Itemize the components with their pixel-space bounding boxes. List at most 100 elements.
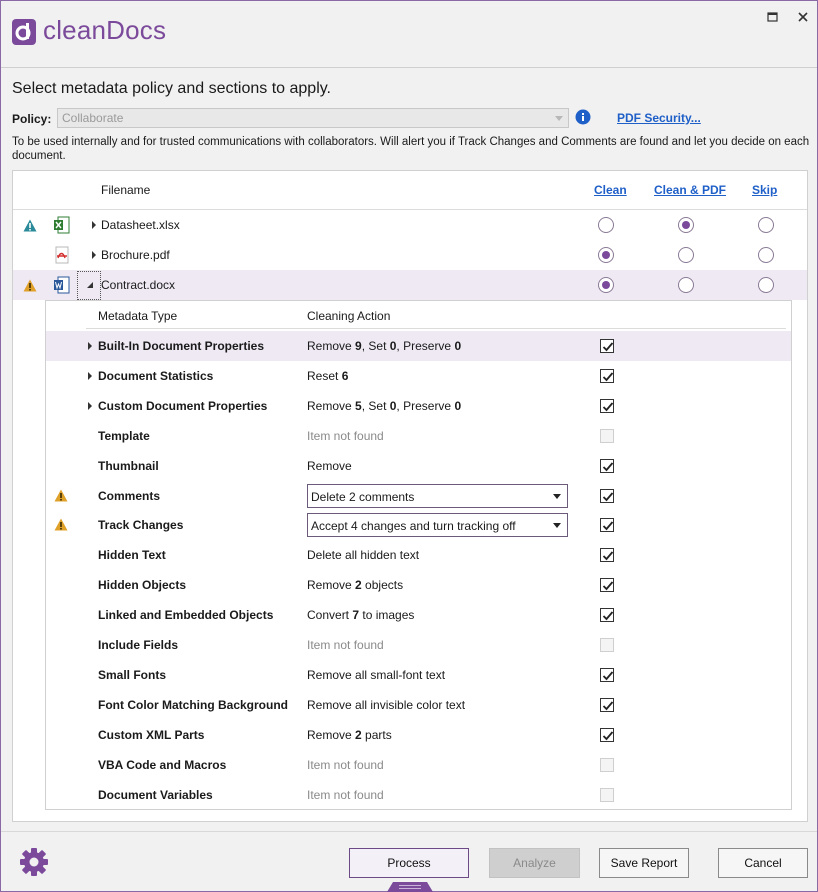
apply-checkbox[interactable] <box>600 578 614 593</box>
metadata-type-name: Linked and Embedded Objects <box>98 608 274 623</box>
cleaning-action: Item not found <box>307 788 384 802</box>
action-count: 6 <box>341 368 349 383</box>
apply-checkbox[interactable] <box>600 608 614 623</box>
gear-icon[interactable] <box>18 846 50 878</box>
process-button[interactable]: Process <box>349 848 469 878</box>
metadata-row[interactable]: Small Fonts Remove all small-font text <box>46 660 791 690</box>
clean-radio[interactable] <box>598 247 614 263</box>
metadata-row[interactable]: Track Changes Accept 4 changes and turn t… <box>46 510 791 540</box>
apply-checkbox[interactable] <box>600 548 614 563</box>
apply-checkbox[interactable] <box>600 697 614 712</box>
skip-column-header[interactable]: Skip <box>752 183 777 197</box>
app-name: cleanDocs <box>43 15 167 45</box>
close-icon[interactable] <box>795 9 811 25</box>
file-name: Contract.docx <box>101 278 176 292</box>
action-text: Item not found <box>307 757 384 772</box>
cleaning-action-header: Cleaning Action <box>307 309 391 323</box>
expand-icon[interactable] <box>86 341 94 351</box>
cleaning-action-select-value: Accept 4 changes and turn tracking off <box>311 519 516 534</box>
action-text: Item not found <box>307 638 384 652</box>
metadata-row[interactable]: Hidden Objects Remove 2 objects <box>46 570 791 600</box>
apply-checkbox[interactable] <box>600 518 614 533</box>
metadata-row[interactable]: Template Item not found <box>46 421 791 451</box>
action-text: objects <box>361 578 404 593</box>
action-count: 5 <box>355 398 362 413</box>
metadata-row[interactable]: Custom Document Properties Remove 5, Set … <box>46 391 791 421</box>
apply-checkbox[interactable] <box>600 488 614 503</box>
metadata-type-name: Track Changes <box>98 518 184 533</box>
expand-icon[interactable] <box>89 220 99 230</box>
cleaning-action-select[interactable]: Delete 2 comments <box>307 483 568 508</box>
metadata-panel: Metadata Type Cleaning Action Built-In D… <box>45 300 792 810</box>
action-text: Reset <box>307 368 342 383</box>
apply-checkbox <box>600 757 614 772</box>
metadata-type-name: Built-In Document Properties <box>98 339 265 353</box>
clean-radio[interactable] <box>598 217 614 233</box>
cleaning-action: Reset 6 <box>307 369 348 383</box>
skip-radio[interactable] <box>758 277 774 293</box>
metadata-type-name: Font Color Matching Background <box>98 697 288 712</box>
expand-icon[interactable] <box>86 371 94 381</box>
metadata-row[interactable]: Document Statistics Reset 6 <box>46 361 791 391</box>
action-text: Remove all small-font text <box>307 667 446 682</box>
expand-icon[interactable] <box>86 401 94 411</box>
clean-pdf-column-header[interactable]: Clean & PDF <box>654 183 726 197</box>
clean-pdf-radio[interactable] <box>678 247 694 263</box>
expand-icon[interactable] <box>89 250 99 260</box>
pdf-security-link[interactable]: PDF Security... <box>617 111 701 125</box>
action-text: Remove all invisible color text <box>307 697 466 712</box>
policy-select-value: Collaborate <box>62 111 124 125</box>
clean-column-header[interactable]: Clean <box>594 183 627 197</box>
maximize-icon[interactable] <box>765 9 781 25</box>
apply-checkbox[interactable] <box>600 368 614 383</box>
apply-checkbox[interactable] <box>600 398 614 413</box>
metadata-row[interactable]: Include Fields Item not found <box>46 630 791 660</box>
file-row[interactable]: Datasheet.xlsx <box>13 210 807 240</box>
cancel-button[interactable]: Cancel <box>718 848 808 878</box>
resize-grip-icon[interactable] <box>387 882 433 892</box>
metadata-type-name: Include Fields <box>98 638 179 652</box>
file-row[interactable]: Brochure.pdf <box>13 240 807 270</box>
metadata-row[interactable]: Comments Delete 2 comments <box>46 481 791 511</box>
metadata-type-name: Document Statistics <box>98 368 214 383</box>
apply-checkbox <box>600 428 614 443</box>
word-file-icon <box>54 276 70 294</box>
metadata-row[interactable]: Custom XML Parts Remove 2 parts <box>46 720 791 750</box>
cleaning-action: Remove 5, Set 0, Preserve 0 <box>307 399 461 413</box>
files-panel: Filename Clean Clean & PDF Skip Datashee… <box>12 170 808 822</box>
cleaning-action: Convert 7 to images <box>307 608 414 622</box>
action-count: 9 <box>355 339 362 353</box>
metadata-row[interactable]: Document Variables Item not found <box>46 780 791 810</box>
save-report-button[interactable]: Save Report <box>599 848 689 878</box>
cleaning-action-select[interactable]: Accept 4 changes and turn tracking off <box>307 513 568 538</box>
apply-checkbox[interactable] <box>600 458 614 473</box>
skip-radio[interactable] <box>758 247 774 263</box>
metadata-row[interactable]: Built-In Document Properties Remove 9, Se… <box>46 331 791 361</box>
cleaning-action: Item not found <box>307 429 384 443</box>
action-text: , Set <box>361 339 390 353</box>
cleaning-action: Remove 2 objects <box>307 578 403 592</box>
file-row[interactable]: Contract.docx <box>13 270 807 300</box>
warning-icon <box>54 518 68 531</box>
apply-checkbox[interactable] <box>600 339 614 353</box>
apply-checkbox[interactable] <box>600 727 614 742</box>
action-text: Remove <box>307 339 356 353</box>
metadata-type-name: Hidden Text <box>98 548 166 563</box>
skip-radio[interactable] <box>758 217 774 233</box>
policy-description: To be used internally and for trusted co… <box>12 136 810 162</box>
policy-select[interactable]: Collaborate <box>57 108 569 128</box>
metadata-row[interactable]: Linked and Embedded Objects Convert 7 to … <box>46 600 791 630</box>
chevron-down-icon <box>553 493 561 499</box>
metadata-row[interactable]: Hidden Text Delete all hidden text <box>46 540 791 570</box>
analyze-button[interactable]: Analyze <box>489 848 580 878</box>
info-icon[interactable] <box>575 109 591 125</box>
apply-checkbox[interactable] <box>600 667 614 682</box>
title-divider <box>1 67 817 68</box>
clean-pdf-radio[interactable] <box>678 217 694 233</box>
cleandocs-window: cleanDocs Select metadata policy and sec… <box>0 0 818 892</box>
clean-pdf-radio[interactable] <box>678 277 694 293</box>
metadata-row[interactable]: Font Color Matching Background Remove all… <box>46 690 791 720</box>
metadata-row[interactable]: Thumbnail Remove <box>46 451 791 481</box>
metadata-row[interactable]: VBA Code and Macros Item not found <box>46 750 791 780</box>
clean-radio[interactable] <box>598 277 614 293</box>
